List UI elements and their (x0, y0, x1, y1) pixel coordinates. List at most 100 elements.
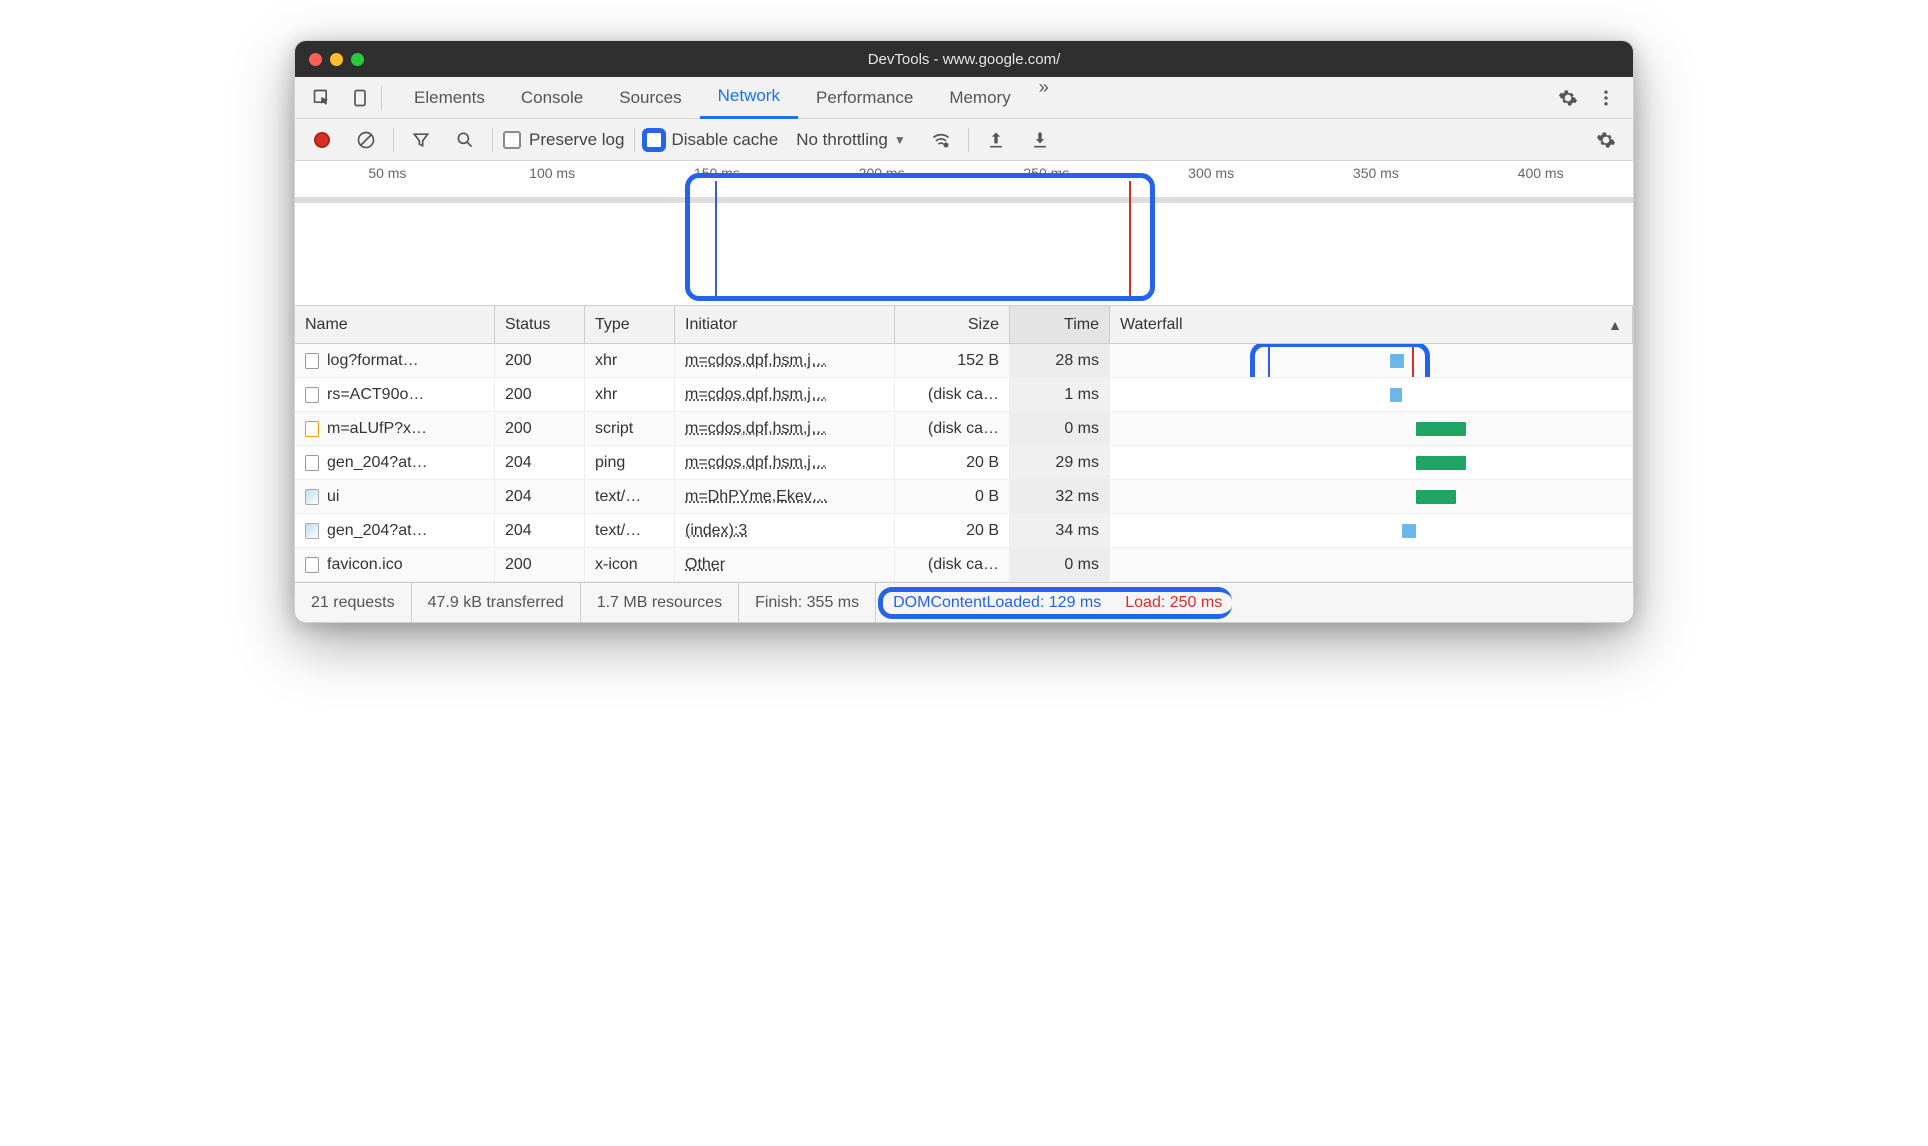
load-marker (1129, 181, 1131, 299)
request-waterfall (1110, 480, 1633, 513)
header-waterfall[interactable]: Waterfall ▲ (1110, 306, 1633, 343)
divider (381, 86, 382, 110)
wifi-settings-icon[interactable] (924, 123, 958, 157)
timeline-overview[interactable]: 50 ms 100 ms 150 ms 200 ms 250 ms 300 ms… (295, 161, 1633, 306)
throttling-label: No throttling (796, 130, 888, 150)
request-waterfall (1110, 446, 1633, 479)
waterfall-bar (1416, 422, 1466, 436)
overview-track (295, 197, 1633, 203)
download-icon[interactable] (1023, 123, 1057, 157)
request-time: 32 ms (1010, 480, 1110, 513)
request-status: 200 (495, 378, 585, 411)
waterfall-bar (1402, 524, 1416, 538)
file-icon (305, 557, 319, 573)
request-size: (disk ca… (895, 548, 1010, 581)
disable-cache-checkbox[interactable]: Disable cache (645, 130, 778, 150)
request-initiator[interactable]: m=cdos,dpf,hsm,j… (675, 412, 895, 445)
request-initiator[interactable]: m=cdos,dpf,hsm,j… (675, 446, 895, 479)
table-row[interactable]: rs=ACT90o… 200 xhr m=cdos,dpf,hsm,j… (di… (295, 378, 1633, 412)
request-waterfall (1110, 514, 1633, 547)
upload-icon[interactable] (979, 123, 1013, 157)
header-initiator[interactable]: Initiator (675, 306, 895, 343)
devtools-window: DevTools - www.google.com/ Elements Cons… (294, 40, 1634, 623)
throttling-select[interactable]: No throttling ▼ (788, 130, 914, 150)
tab-memory[interactable]: Memory (931, 77, 1028, 119)
file-icon (305, 387, 319, 403)
more-tabs-icon[interactable]: » (1029, 77, 1059, 119)
request-name: ui (327, 488, 339, 506)
file-icon (305, 353, 319, 369)
request-time: 1 ms (1010, 378, 1110, 411)
tab-network[interactable]: Network (700, 77, 798, 119)
status-resources: 1.7 MB resources (581, 583, 739, 622)
main-tabs-row: Elements Console Sources Network Perform… (295, 77, 1633, 119)
request-initiator[interactable]: m=DhPYme,Ekev… (675, 480, 895, 513)
tab-console[interactable]: Console (503, 77, 601, 119)
filter-icon[interactable] (404, 123, 438, 157)
sort-arrow-icon: ▲ (1608, 317, 1622, 333)
request-name: gen_204?at… (327, 522, 428, 540)
request-type: x-icon (585, 548, 675, 581)
domcontentloaded-line (1268, 344, 1270, 377)
preserve-log-checkbox[interactable]: Preserve log (503, 130, 624, 150)
request-initiator[interactable]: (index):3 (675, 514, 895, 547)
status-transferred: 47.9 kB transferred (412, 583, 581, 622)
request-name: m=aLUfP?x… (327, 420, 427, 438)
clear-icon[interactable] (349, 123, 383, 157)
titlebar: DevTools - www.google.com/ (295, 41, 1633, 77)
status-bar: 21 requests 47.9 kB transferred 1.7 MB r… (295, 582, 1633, 622)
request-initiator[interactable]: m=cdos,dpf,hsm,j… (675, 344, 895, 377)
request-time: 0 ms (1010, 548, 1110, 581)
preserve-log-label: Preserve log (529, 130, 624, 150)
header-size[interactable]: Size (895, 306, 1010, 343)
network-toolbar: Preserve log Disable cache No throttling… (295, 119, 1633, 161)
request-size: (disk ca… (895, 378, 1010, 411)
request-initiator[interactable]: Other (675, 548, 895, 581)
header-time[interactable]: Time (1010, 306, 1110, 343)
table-row[interactable]: ui 204 text/… m=DhPYme,Ekev… 0 B 32 ms (295, 480, 1633, 514)
disable-cache-label: Disable cache (671, 130, 778, 150)
request-type: text/… (585, 480, 675, 513)
panel-gear-icon[interactable] (1589, 123, 1623, 157)
table-row[interactable]: m=aLUfP?x… 200 script m=cdos,dpf,hsm,j… … (295, 412, 1633, 446)
header-type[interactable]: Type (585, 306, 675, 343)
annotation-highlight-overview (685, 173, 1155, 301)
waterfall-bar (1416, 456, 1466, 470)
table-row[interactable]: log?format… 200 xhr m=cdos,dpf,hsm,j… 15… (295, 344, 1633, 378)
search-icon[interactable] (448, 123, 482, 157)
header-status[interactable]: Status (495, 306, 585, 343)
request-waterfall (1110, 412, 1633, 445)
device-icon[interactable] (343, 81, 377, 115)
table-row[interactable]: favicon.ico 200 x-icon Other (disk ca… 0… (295, 548, 1633, 582)
record-button[interactable] (305, 123, 339, 157)
window-title: DevTools - www.google.com/ (295, 51, 1633, 68)
header-name[interactable]: Name (295, 306, 495, 343)
status-requests: 21 requests (295, 583, 412, 622)
request-time: 34 ms (1010, 514, 1110, 547)
request-time: 29 ms (1010, 446, 1110, 479)
kebab-icon[interactable] (1589, 81, 1623, 115)
request-name: gen_204?at… (327, 454, 428, 472)
request-size: 152 B (895, 344, 1010, 377)
status-finish: Finish: 355 ms (739, 583, 876, 622)
request-status: 200 (495, 412, 585, 445)
status-load: Load: 250 ms (1125, 594, 1222, 612)
request-status: 204 (495, 446, 585, 479)
request-status: 204 (495, 514, 585, 547)
request-initiator[interactable]: m=cdos,dpf,hsm,j… (675, 378, 895, 411)
request-table-body: log?format… 200 xhr m=cdos,dpf,hsm,j… 15… (295, 344, 1633, 582)
tab-sources[interactable]: Sources (601, 77, 699, 119)
request-time: 28 ms (1010, 344, 1110, 377)
tabs: Elements Console Sources Network Perform… (396, 77, 1059, 119)
tab-performance[interactable]: Performance (798, 77, 931, 119)
request-type: xhr (585, 344, 675, 377)
table-row[interactable]: gen_204?at… 204 text/… (index):3 20 B 34… (295, 514, 1633, 548)
file-icon (305, 523, 319, 539)
request-name: log?format… (327, 352, 419, 370)
inspect-icon[interactable] (305, 81, 339, 115)
tab-elements[interactable]: Elements (396, 77, 503, 119)
table-row[interactable]: gen_204?at… 204 ping m=cdos,dpf,hsm,j… 2… (295, 446, 1633, 480)
request-name: favicon.ico (327, 556, 403, 574)
gear-icon[interactable] (1551, 81, 1585, 115)
waterfall-bar (1390, 388, 1402, 402)
